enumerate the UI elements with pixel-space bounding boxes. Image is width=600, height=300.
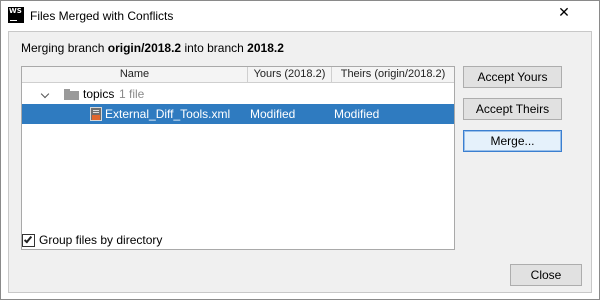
table-header: Name Yours (2018.2) Theirs (origin/2018.… [22,67,454,83]
yours-status: Modified [250,107,296,121]
close-window-button[interactable]: ✕ [551,3,577,23]
window-title: Files Merged with Conflicts [30,9,174,23]
dialog-content: Merging branch origin/2018.2 into branch… [8,31,592,293]
folder-file-count: 1 file [119,87,145,101]
app-icon-text: WS [9,7,22,15]
column-header-yours[interactable]: Yours (2018.2) [248,67,332,83]
close-icon: ✕ [558,5,570,21]
chevron-down-icon[interactable] [40,89,50,99]
checkmark-icon [23,234,33,244]
target-branch: 2018.2 [247,41,284,55]
merge-button[interactable]: Merge... [463,130,562,152]
accept-theirs-button[interactable]: Accept Theirs [463,98,562,120]
dialog-window: WS Files Merged with Conflicts ✕ Merging… [0,0,600,300]
folder-row-topics[interactable]: topics 1 file [22,84,454,104]
conflicts-table: Name Yours (2018.2) Theirs (origin/2018.… [21,66,455,250]
accept-yours-button[interactable]: Accept Yours [463,66,562,88]
table-row[interactable]: External_Diff_Tools.xml Modified Modifie… [22,104,454,124]
column-header-theirs[interactable]: Theirs (origin/2018.2) [332,67,454,83]
title-bar[interactable]: WS Files Merged with Conflicts ✕ [1,1,599,31]
column-header-name[interactable]: Name [22,67,248,83]
group-by-directory-label[interactable]: Group files by directory [39,233,162,247]
merge-description: Merging branch origin/2018.2 into branch… [21,41,284,55]
xml-file-icon [90,107,102,121]
merge-prefix: Merging branch [21,41,105,55]
webstorm-app-icon: WS [8,7,24,23]
close-button[interactable]: Close [510,264,582,286]
theirs-status: Modified [334,107,380,121]
file-name: External_Diff_Tools.xml [105,107,231,121]
folder-name: topics [83,87,115,101]
source-branch: origin/2018.2 [107,41,182,55]
group-by-directory-checkbox[interactable] [22,234,35,247]
folder-icon [64,89,79,100]
merge-middle: into branch [184,41,244,55]
